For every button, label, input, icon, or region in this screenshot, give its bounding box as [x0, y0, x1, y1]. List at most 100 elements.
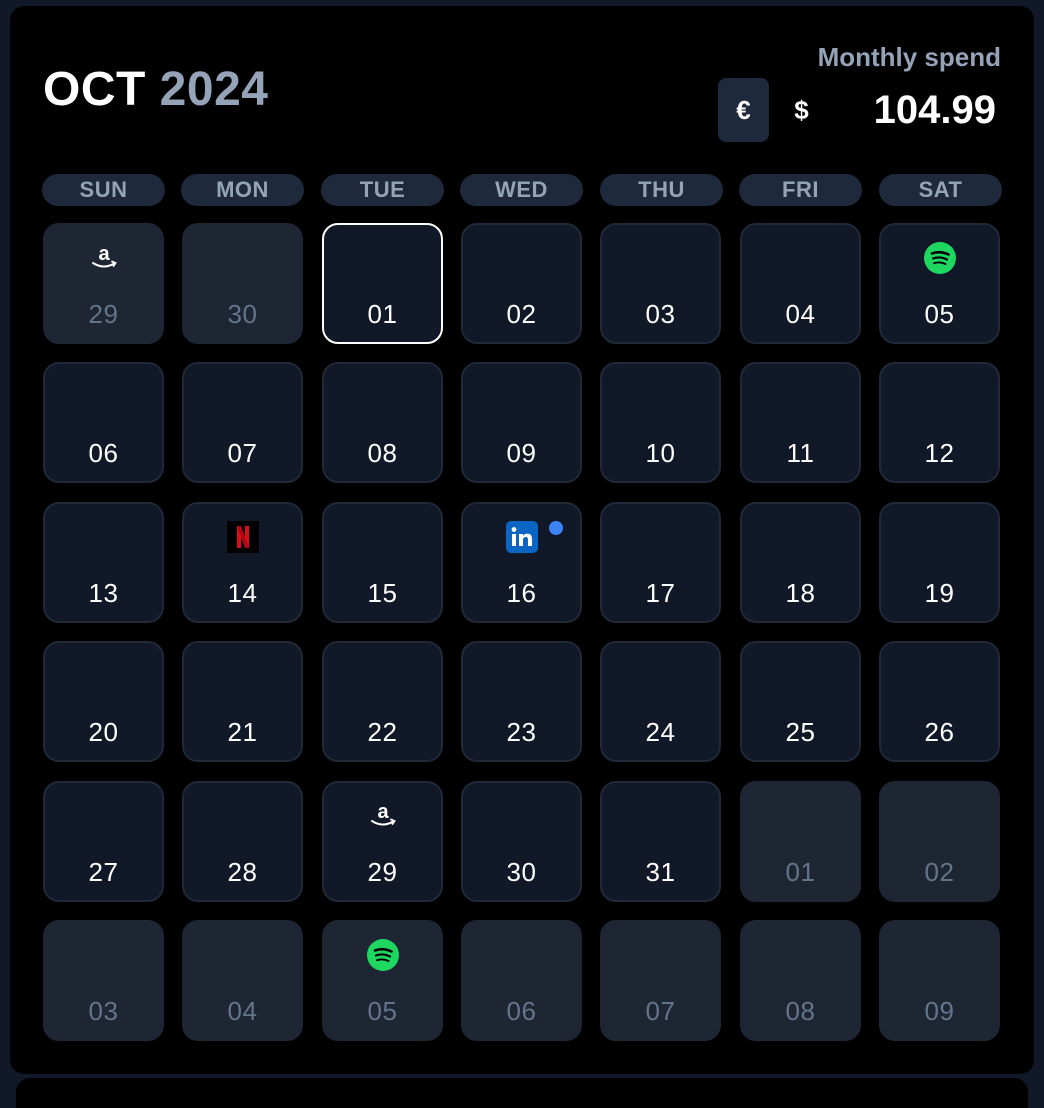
day-cell[interactable]: 22: [322, 641, 443, 762]
netflix-icon: [226, 521, 259, 553]
day-cell[interactable]: 25: [740, 641, 861, 762]
day-number: 30: [227, 299, 258, 329]
day-cell-outside-month[interactable]: 01: [740, 781, 861, 902]
monthly-spend-label: Monthly spend: [817, 42, 1001, 72]
day-cell[interactable]: 18: [740, 502, 861, 623]
day-number: 19: [924, 578, 955, 608]
day-cell[interactable]: 27: [43, 781, 164, 902]
day-cell-outside-month[interactable]: 04: [182, 920, 303, 1041]
day-number: 27: [88, 857, 119, 887]
day-number: 18: [785, 578, 816, 608]
amazon-icon: a: [367, 800, 399, 832]
spotify-icon: [366, 939, 399, 971]
day-number: 24: [645, 717, 676, 747]
day-number: 09: [506, 438, 537, 468]
next-card-edge: [16, 1078, 1028, 1108]
day-number: 10: [645, 438, 676, 468]
day-cell-outside-month[interactable]: 07: [600, 920, 721, 1041]
day-cell[interactable]: 02: [461, 223, 582, 344]
day-cell[interactable]: 23: [461, 641, 582, 762]
day-cell-outside-month[interactable]: 02: [879, 781, 1000, 902]
day-cell[interactable]: 12: [879, 362, 1000, 483]
day-cell[interactable]: 09: [461, 362, 582, 483]
day-number: 14: [227, 578, 258, 608]
day-number: 12: [924, 438, 955, 468]
currency-usd-button[interactable]: $: [776, 78, 827, 142]
day-cell[interactable]: 03: [600, 223, 721, 344]
day-cell-outside-month[interactable]: 05: [322, 920, 443, 1041]
day-cell[interactable]: 24: [600, 641, 721, 762]
weekday-tue: TUE: [321, 174, 444, 206]
notification-dot: [549, 521, 563, 535]
day-cell[interactable]: 04: [740, 223, 861, 344]
day-cell-outside-month[interactable]: 09: [879, 920, 1000, 1041]
day-number: 03: [645, 299, 676, 329]
monthly-spend-amount: 104.99: [873, 88, 996, 132]
day-cell-outside-month[interactable]: 30: [182, 223, 303, 344]
weekday-thu: THU: [600, 174, 723, 206]
day-cell-outside-month[interactable]: 06: [461, 920, 582, 1041]
day-number: 13: [88, 578, 119, 608]
day-cell[interactable]: 13: [43, 502, 164, 623]
day-number: 30: [506, 857, 537, 887]
day-number: 05: [367, 996, 398, 1026]
day-cell[interactable]: 21: [182, 641, 303, 762]
month-label: OCT: [43, 63, 146, 116]
day-number: 02: [506, 299, 537, 329]
day-cell[interactable]: 30: [461, 781, 582, 902]
day-cell[interactable]: 17: [600, 502, 721, 623]
day-number: 06: [88, 438, 119, 468]
day-number: 28: [227, 857, 258, 887]
day-number: 08: [367, 438, 398, 468]
day-cell-outside-month[interactable]: 08: [740, 920, 861, 1041]
day-cell[interactable]: 05: [879, 223, 1000, 344]
linkedin-icon: [505, 521, 538, 553]
day-number: 20: [88, 717, 119, 747]
day-cell[interactable]: 28: [182, 781, 303, 902]
day-number: 26: [924, 717, 955, 747]
weekday-sat: SAT: [879, 174, 1002, 206]
year-label: 2024: [159, 63, 269, 116]
day-number: 11: [786, 438, 815, 468]
day-cell[interactable]: 06: [43, 362, 164, 483]
day-number: 09: [924, 996, 955, 1026]
day-number: 04: [785, 299, 816, 329]
day-number: 04: [227, 996, 258, 1026]
day-cell[interactable]: 14: [182, 502, 303, 623]
day-number: 02: [924, 857, 955, 887]
day-cell[interactable]: a 29: [322, 781, 443, 902]
day-number: 25: [785, 717, 816, 747]
day-number: 01: [785, 857, 816, 887]
day-cell-today[interactable]: 01: [322, 223, 443, 344]
day-cell[interactable]: 08: [322, 362, 443, 483]
day-cell[interactable]: 15: [322, 502, 443, 623]
day-number: 16: [506, 578, 537, 608]
amazon-icon: a: [88, 242, 120, 274]
weekday-mon: MON: [181, 174, 304, 206]
day-cell[interactable]: 20: [43, 641, 164, 762]
currency-eur-button[interactable]: €: [718, 78, 769, 142]
day-number: 08: [785, 996, 816, 1026]
day-number: 29: [88, 299, 119, 329]
day-cell[interactable]: 31: [600, 781, 721, 902]
day-cell-outside-month[interactable]: 03: [43, 920, 164, 1041]
day-number: 29: [367, 857, 398, 887]
day-cell[interactable]: 19: [879, 502, 1000, 623]
day-number: 17: [645, 578, 676, 608]
day-cell[interactable]: 10: [600, 362, 721, 483]
day-cell-outside-month[interactable]: a 29: [43, 223, 164, 344]
day-number: 06: [506, 996, 537, 1026]
weekday-fri: FRI: [739, 174, 862, 206]
month-title: OCT 2024: [43, 60, 268, 120]
day-number: 21: [227, 717, 258, 747]
day-cell[interactable]: 11: [740, 362, 861, 483]
day-cell[interactable]: 16: [461, 502, 582, 623]
day-number: 05: [924, 299, 955, 329]
svg-text:a: a: [377, 801, 389, 823]
day-number: 01: [367, 299, 398, 329]
day-cell[interactable]: 07: [182, 362, 303, 483]
day-number: 23: [506, 717, 537, 747]
day-number: 07: [227, 438, 258, 468]
day-cell[interactable]: 26: [879, 641, 1000, 762]
day-number: 15: [367, 578, 398, 608]
